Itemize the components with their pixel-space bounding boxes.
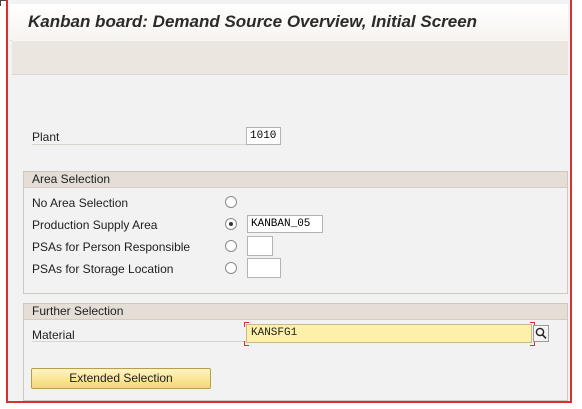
psas-person-responsible-label: PSAs for Person Responsible (32, 240, 191, 254)
material-search-button[interactable] (533, 325, 549, 342)
no-area-selection-radio[interactable] (225, 196, 237, 208)
further-selection-header: Further Selection (24, 304, 567, 320)
production-supply-area-input[interactable]: KANBAN_05 (247, 215, 323, 233)
plant-label: Plant (32, 130, 60, 144)
material-input[interactable]: KANSFG1 (246, 324, 532, 343)
search-icon (535, 327, 547, 339)
page-title: Kanban board: Demand Source Overview, In… (28, 12, 478, 31)
psas-person-responsible-radio[interactable] (225, 240, 237, 252)
required-corner-bottom-left (244, 341, 249, 346)
required-corner-top-left (244, 322, 249, 327)
psas-storage-location-input[interactable] (247, 258, 281, 278)
material-label-underline (32, 341, 246, 342)
production-supply-area-radio[interactable] (225, 218, 237, 230)
title-bar: Kanban board: Demand Source Overview, In… (10, 4, 568, 41)
area-selection-header: Area Selection (24, 172, 567, 188)
psas-person-responsible-input[interactable] (247, 236, 273, 256)
psas-storage-location-label: PSAs for Storage Location (32, 262, 174, 276)
material-label: Material (32, 328, 75, 342)
no-area-selection-label: No Area Selection (32, 196, 129, 210)
plant-label-underline (32, 144, 246, 145)
application-toolbar (12, 40, 568, 75)
psas-storage-location-radio[interactable] (225, 262, 237, 274)
production-supply-area-label: Production Supply Area (32, 218, 158, 232)
extended-selection-button[interactable]: Extended Selection (31, 368, 211, 389)
plant-input[interactable]: 1010 (246, 127, 281, 145)
